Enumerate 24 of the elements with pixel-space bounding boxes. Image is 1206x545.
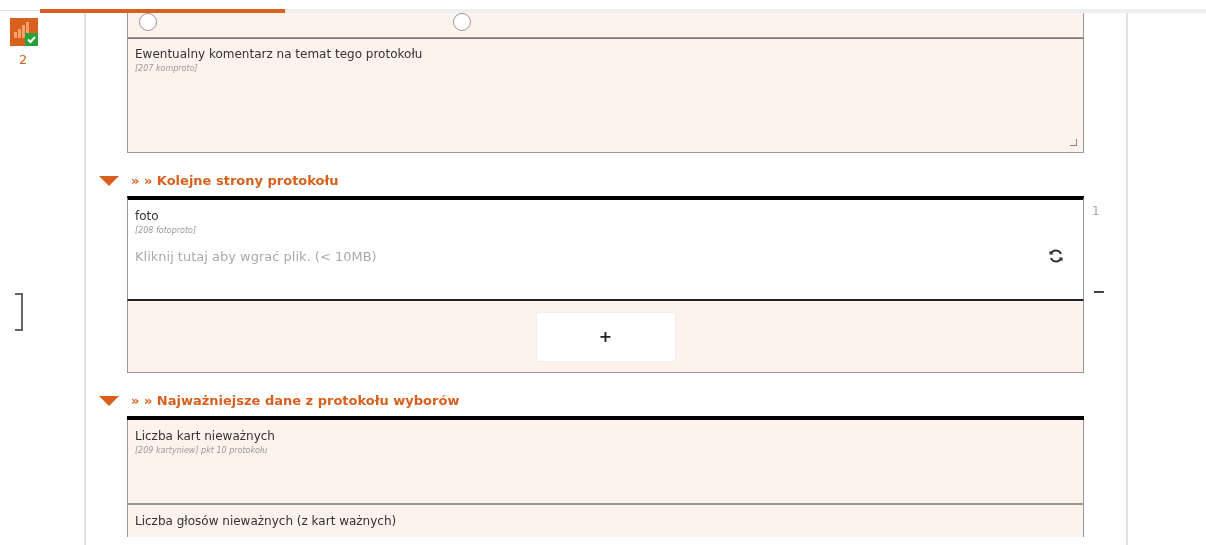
resize-handle-icon[interactable]: [1070, 139, 1077, 146]
count-label: 2: [19, 52, 28, 67]
caret-icon[interactable]: [99, 395, 119, 406]
refresh-icon[interactable]: [1048, 248, 1064, 264]
radio-button[interactable]: [453, 13, 471, 31]
field-hint: [209 kartyniew] pkt 10 protokołu: [135, 446, 269, 455]
add-button[interactable]: +: [535, 311, 676, 362]
bracket-icon: [15, 293, 23, 331]
field-hint: [208 fotoproto]: [135, 226, 198, 235]
input-field[interactable]: Liczba kart nieważnych [209 kartyniew] pkt 10 protokołu: [127, 420, 1084, 504]
section-title[interactable]: » » Najważniejsze dane z protokołu wyborów: [131, 393, 460, 408]
field-hint: [207 komproto]: [135, 64, 199, 73]
item-number: 1: [1092, 204, 1100, 218]
field-label: Liczba głosów nieważnych (z kart ważnych): [135, 514, 398, 528]
caret-icon[interactable]: [99, 175, 119, 186]
field-label: Ewentualny komentarz na temat tego protokołu: [135, 47, 424, 61]
radio-button[interactable]: [139, 13, 157, 31]
comment-field[interactable]: Ewentualny komentarz na temat tego protokołu [207 komproto]: [127, 38, 1084, 153]
chart-check-icon[interactable]: [10, 18, 38, 46]
field-label: foto: [135, 209, 160, 223]
section-title[interactable]: » » Kolejne strony protokołu: [131, 173, 339, 188]
field-label: Liczba kart nieważnych: [135, 429, 276, 443]
input-field[interactable]: Liczba głosów nieważnych (z kart ważnych): [127, 504, 1084, 537]
remove-button[interactable]: −: [1092, 284, 1106, 300]
